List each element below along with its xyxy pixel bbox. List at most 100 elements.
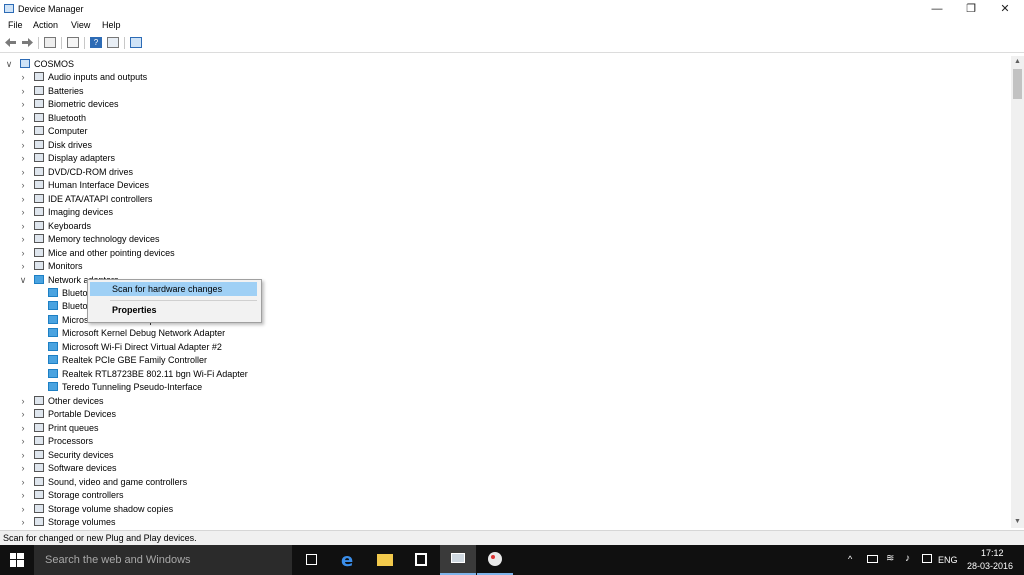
tree-category[interactable]: › Other devices (22, 395, 104, 408)
collapsed-chevron-icon[interactable]: › (18, 125, 28, 138)
forward-icon[interactable] (21, 37, 33, 48)
collapsed-chevron-icon[interactable]: › (18, 139, 28, 152)
tree-category[interactable]: › Sound, video and game controllers (22, 476, 187, 489)
expanded-chevron-icon[interactable]: ∨ (18, 274, 28, 287)
tree-category[interactable]: › Computer (22, 125, 88, 138)
collapsed-chevron-icon[interactable]: › (18, 503, 28, 516)
tree-item-label: COSMOS (34, 59, 75, 69)
menu-action[interactable]: Action (33, 20, 58, 30)
scan-hardware-icon[interactable] (130, 37, 142, 48)
collapsed-chevron-icon[interactable]: › (18, 193, 28, 206)
network-adapter-item[interactable]: Realtek RTL8723BE 802.11 bgn Wi-Fi Adapt… (48, 368, 248, 381)
help-icon[interactable]: ? (90, 37, 102, 48)
tree-category[interactable]: › Storage controllers (22, 489, 124, 502)
collapsed-chevron-icon[interactable]: › (18, 516, 28, 528)
battery-tray-icon[interactable] (867, 555, 878, 563)
collapsed-chevron-icon[interactable]: › (18, 476, 28, 489)
menu-view[interactable]: View (71, 20, 90, 30)
collapsed-chevron-icon[interactable]: › (18, 449, 28, 462)
collapsed-chevron-icon[interactable]: › (18, 98, 28, 111)
tree-category[interactable]: › Display adapters (22, 152, 115, 165)
vertical-scrollbar[interactable]: ▲ ▼ (1011, 56, 1024, 528)
show-hide-tree-icon[interactable] (44, 37, 56, 48)
tree-item-label: Processors (48, 436, 94, 447)
wifi-icon[interactable]: ≋ (886, 553, 894, 564)
tree-category[interactable]: › Storage volumes (22, 516, 116, 528)
edge-icon[interactable]: e (331, 545, 367, 575)
tree-root[interactable]: ∨ COSMOS (6, 58, 75, 71)
tree-category[interactable]: › Disk drives (22, 139, 93, 152)
tree-category[interactable]: › Mice and other pointing devices (22, 247, 175, 260)
tree-item-label: IDE ATA/ATAPI controllers (48, 193, 153, 204)
paint-icon[interactable] (477, 545, 513, 575)
tree-category[interactable]: › Audio inputs and outputs (22, 71, 147, 84)
tree-category[interactable]: › Biometric devices (22, 98, 119, 111)
tree-category[interactable]: › Memory technology devices (22, 233, 160, 246)
scroll-down-icon[interactable]: ▼ (1011, 516, 1024, 528)
maximize-button[interactable]: ❐ (954, 0, 988, 18)
tree-category[interactable]: › DVD/CD-ROM drives (22, 166, 133, 179)
show-hidden-icons-icon[interactable]: ^ (848, 554, 852, 564)
properties-icon[interactable] (67, 37, 79, 48)
collapsed-chevron-icon[interactable]: › (18, 112, 28, 125)
collapsed-chevron-icon[interactable]: › (18, 489, 28, 502)
search-box[interactable]: Search the web and Windows (34, 545, 292, 575)
clock-date[interactable]: 28-03-2016 (967, 561, 1013, 571)
network-adapter-item[interactable]: Teredo Tunneling Pseudo-Interface (48, 381, 202, 394)
device-manager-icon[interactable] (440, 545, 476, 575)
expanded-chevron-icon[interactable]: ∨ (4, 58, 14, 71)
collapsed-chevron-icon[interactable]: › (18, 462, 28, 475)
collapsed-chevron-icon[interactable]: › (18, 85, 28, 98)
tree-category[interactable]: › Imaging devices (22, 206, 113, 219)
collapsed-chevron-icon[interactable]: › (18, 206, 28, 219)
tree-category[interactable]: › Storage volume shadow copies (22, 503, 173, 516)
tree-category[interactable]: › IDE ATA/ATAPI controllers (22, 193, 153, 206)
store-icon[interactable] (403, 545, 439, 575)
collapsed-chevron-icon[interactable]: › (18, 260, 28, 273)
language-indicator[interactable]: ENG (938, 555, 958, 565)
collapsed-chevron-icon[interactable]: › (18, 408, 28, 421)
collapsed-chevron-icon[interactable]: › (18, 395, 28, 408)
collapsed-chevron-icon[interactable]: › (18, 247, 28, 260)
menu-file[interactable]: File (8, 20, 23, 30)
tree-category[interactable]: › Monitors (22, 260, 83, 273)
scroll-thumb[interactable] (1013, 69, 1022, 99)
tree-category[interactable]: › Keyboards (22, 220, 91, 233)
start-button[interactable] (0, 545, 34, 575)
collapsed-chevron-icon[interactable]: › (18, 152, 28, 165)
scan-for-hardware-changes-item[interactable]: Scan for hardware changes (112, 284, 222, 294)
tree-category[interactable]: › Processors (22, 435, 94, 448)
task-view-icon[interactable] (294, 545, 330, 575)
clock-time[interactable]: 17:12 (981, 548, 1004, 558)
tree-category[interactable]: › Human Interface Devices (22, 179, 149, 192)
network-adapter-item[interactable]: Realtek PCIe GBE Family Controller (48, 354, 207, 367)
tree-category[interactable]: › Portable Devices (22, 408, 116, 421)
tree-category[interactable]: › Batteries (22, 85, 84, 98)
file-explorer-icon[interactable] (367, 545, 403, 575)
back-icon[interactable] (5, 37, 17, 48)
collapsed-chevron-icon[interactable]: › (18, 435, 28, 448)
tree-category[interactable]: › Bluetooth (22, 112, 86, 125)
menu-help[interactable]: Help (102, 20, 121, 30)
collapsed-chevron-icon[interactable]: › (18, 233, 28, 246)
scroll-up-icon[interactable]: ▲ (1011, 56, 1024, 68)
network-adapter-item[interactable]: Microsoft Wi-Fi Direct Virtual Adapter #… (48, 341, 222, 354)
network-adapter-item[interactable]: Microsoft Kernel Debug Network Adapter (48, 327, 225, 340)
minimize-button[interactable]: — (920, 0, 954, 18)
tree-category[interactable]: › Software devices (22, 462, 117, 475)
collapsed-chevron-icon[interactable]: › (18, 422, 28, 435)
update-driver-icon[interactable] (107, 37, 119, 48)
tree-category[interactable]: › Print queues (22, 422, 99, 435)
collapsed-chevron-icon[interactable]: › (18, 71, 28, 84)
notification-icon[interactable] (922, 554, 932, 563)
tree-item-label: Disk drives (48, 139, 93, 150)
volume-icon[interactable]: ♪ (905, 553, 910, 564)
collapsed-chevron-icon[interactable]: › (18, 220, 28, 233)
tree-category[interactable]: › Security devices (22, 449, 114, 462)
tree-item-label: Other devices (48, 395, 104, 406)
collapsed-chevron-icon[interactable]: › (18, 166, 28, 179)
collapsed-chevron-icon[interactable]: › (18, 179, 28, 192)
close-button[interactable]: ✕ (988, 0, 1022, 18)
printer-icon (34, 422, 44, 432)
properties-item[interactable]: Properties (112, 305, 157, 315)
